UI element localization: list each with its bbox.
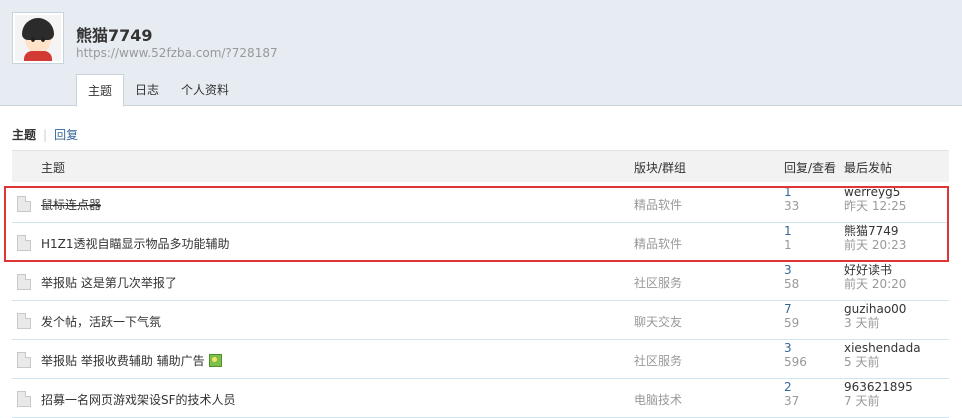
document-icon (17, 235, 31, 251)
table-header: 主题 版块/群组 回复/查看 最后发帖 (12, 150, 949, 182)
table-row: 发个帖，活跃一下气氛 聊天交友 7 59 guzihao00 3 天前 (12, 301, 949, 340)
view-count: 59 (784, 316, 800, 330)
subnav-divider: | (43, 128, 48, 142)
last-poster-link[interactable]: guzihao00 (844, 302, 906, 316)
last-poster-link[interactable]: werreyg5 (844, 185, 900, 199)
topic-title-text: 招募一名网页游戏架设SF的技术人员 (41, 393, 236, 407)
last-post-time[interactable]: 前天 20:20 (844, 277, 906, 291)
tab-blog[interactable]: 日志 (124, 74, 170, 106)
topic-title-link[interactable]: 发个帖，活跃一下气氛 (41, 313, 161, 330)
topic-title-text: 举报贴 举报收费辅助 辅助广告 (41, 354, 205, 368)
topic-title-text: 举报贴 这是第几次举报了 (41, 276, 177, 290)
view-count: 33 (784, 199, 800, 213)
table-row: 鼠标连点器 精品软件 1 33 werreyg5 昨天 12:25 (12, 184, 949, 223)
forum-link[interactable]: 聊天交友 (634, 313, 682, 330)
topic-title-text: 鼠标连点器 (41, 198, 102, 212)
tab-profile[interactable]: 个人资料 (170, 74, 240, 106)
reply-count[interactable]: 2 (784, 380, 792, 394)
topic-title-link[interactable]: 举报贴 这是第几次举报了 (41, 274, 177, 291)
last-post-time[interactable]: 前天 20:23 (844, 238, 906, 252)
topic-title-text: H1Z1透视自瞄显示物品多功能辅助 (41, 237, 230, 251)
last-post-time[interactable]: 5 天前 (844, 355, 879, 369)
forum-link[interactable]: 精品软件 (634, 196, 682, 213)
header-forum: 版块/群组 (634, 161, 687, 175)
header-last-post: 最后发帖 (844, 161, 893, 175)
last-poster-link[interactable]: xieshendada (844, 341, 921, 355)
view-count: 37 (784, 394, 800, 408)
topic-title-link[interactable]: 招募一名网页游戏架设SF的技术人员 (41, 391, 236, 408)
profile-username[interactable]: 熊猫7749 (76, 22, 153, 46)
table-row: H1Z1透视自瞄显示物品多功能辅助 精品软件 1 1 熊猫7749 前天 20:23 (12, 223, 949, 262)
image-attachment-icon (208, 354, 222, 367)
view-count: 596 (784, 355, 807, 369)
topic-title-link[interactable]: 举报贴 举报收费辅助 辅助广告 (41, 352, 222, 369)
view-count: 1 (784, 238, 792, 252)
tab-topics[interactable]: 主题 (76, 74, 125, 107)
document-icon (17, 196, 31, 212)
table-row: 举报贴 举报收费辅助 辅助广告 社区服务 3 596 xieshendada 5 天前 (12, 340, 949, 379)
header-topic: 主题 (41, 161, 66, 175)
forum-link[interactable]: 电脑技术 (634, 391, 682, 408)
reply-count[interactable]: 7 (784, 302, 792, 316)
table-row: 举报贴 这是第几次举报了 社区服务 3 58 好好读书 前天 20:20 (12, 262, 949, 301)
profile-header: 熊猫7749 https://www.52fzba.com/?728187 主题… (0, 0, 962, 107)
last-poster-link[interactable]: 好好读书 (844, 263, 892, 277)
reply-count[interactable]: 1 (784, 185, 792, 199)
last-poster-link[interactable]: 963621895 (844, 380, 913, 394)
forum-link[interactable]: 精品软件 (634, 235, 682, 252)
topic-title-text: 发个帖，活跃一下气氛 (41, 315, 162, 329)
reply-count[interactable]: 3 (784, 341, 792, 355)
topic-title-link[interactable]: 鼠标连点器 (41, 196, 101, 213)
profile-url[interactable]: https://www.52fzba.com/?728187 (76, 46, 278, 60)
last-post-time[interactable]: 7 天前 (844, 394, 879, 408)
avatar[interactable] (12, 12, 64, 64)
table-row: 招募一名网页游戏架设SF的技术人员 电脑技术 2 37 963621895 7 天前 (12, 379, 949, 418)
forum-link[interactable]: 社区服务 (634, 352, 682, 369)
last-poster-link[interactable]: 熊猫7749 (844, 224, 899, 238)
subnav-topics[interactable]: 主题 (12, 128, 36, 142)
avatar-image (15, 15, 61, 61)
forum-link[interactable]: 社区服务 (634, 274, 682, 291)
reply-count[interactable]: 3 (784, 263, 792, 277)
document-icon (17, 352, 31, 368)
header-replies-views: 回复/查看 (784, 161, 837, 175)
document-icon (17, 313, 31, 329)
document-icon (17, 274, 31, 290)
reply-count[interactable]: 1 (784, 224, 792, 238)
last-post-time[interactable]: 昨天 12:25 (844, 199, 906, 213)
last-post-time[interactable]: 3 天前 (844, 316, 879, 330)
profile-tabs: 主题 日志 个人资料 (76, 74, 240, 107)
subnav-replies[interactable]: 回复 (54, 128, 78, 142)
subnav: 主题 | 回复 (12, 126, 78, 143)
document-icon (17, 391, 31, 407)
topic-title-link[interactable]: H1Z1透视自瞄显示物品多功能辅助 (41, 235, 230, 252)
view-count: 58 (784, 277, 800, 291)
